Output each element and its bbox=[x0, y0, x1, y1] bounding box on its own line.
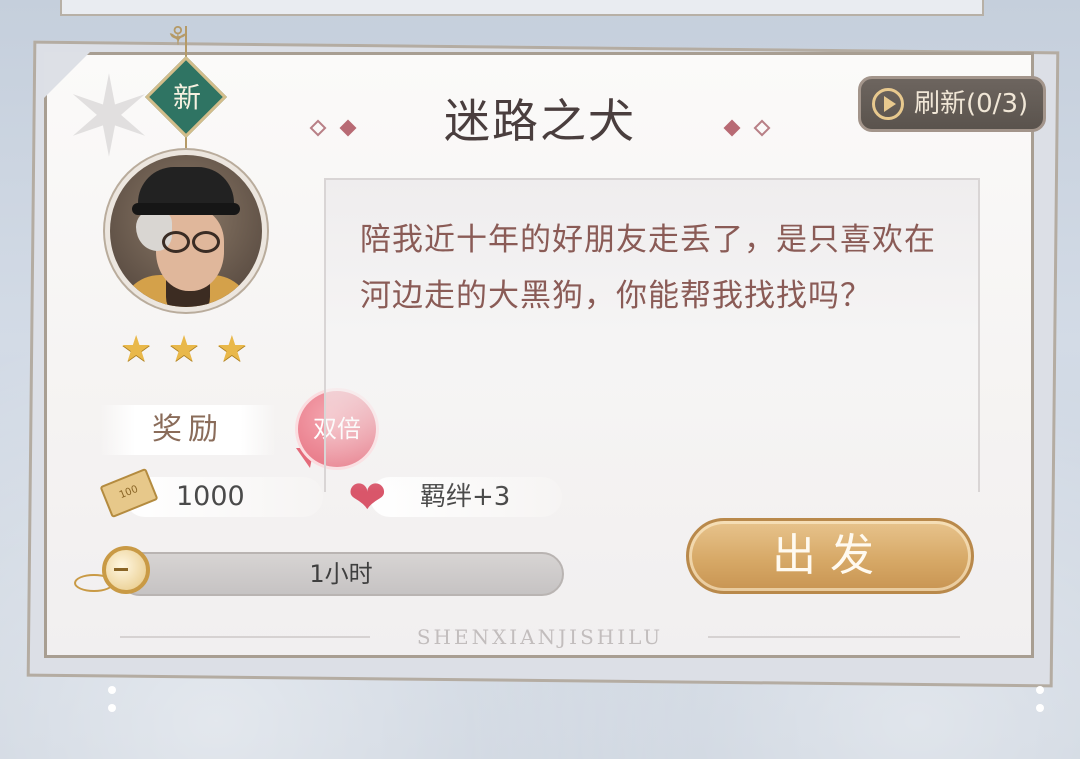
footer-line-right bbox=[708, 636, 960, 638]
avatar-cap-brim bbox=[132, 203, 240, 215]
footer-watermark: SHENXIANJISHILU bbox=[416, 625, 664, 649]
sparkle-dot bbox=[108, 686, 116, 694]
star-icon: ★ bbox=[215, 329, 248, 370]
avatar-glasses-right bbox=[192, 231, 220, 253]
reward-label: 奖励 bbox=[100, 405, 276, 455]
play-triangle bbox=[884, 96, 896, 112]
stacked-card-top bbox=[60, 0, 984, 16]
refresh-button-label: 刷新(0/3) bbox=[914, 89, 1029, 119]
watch-hand bbox=[114, 568, 128, 571]
new-badge-label: 新 bbox=[172, 81, 201, 114]
star-icon: ★ bbox=[120, 329, 153, 370]
money-reward-value: 1000 bbox=[176, 481, 245, 512]
depart-button-label: 出发 bbox=[772, 530, 888, 581]
bow-knot-icon: ⚘ bbox=[166, 22, 190, 52]
sparkle-dot bbox=[108, 704, 116, 712]
avatar-glasses-left bbox=[162, 231, 190, 253]
star-icon: ★ bbox=[167, 329, 201, 370]
duration-label: 1小时 bbox=[309, 560, 373, 588]
quest-description: 陪我近十年的好朋友走丢了，是只喜欢在河边走的大黑狗，你能帮我找找吗？ bbox=[360, 222, 936, 314]
sparkle-dot bbox=[1036, 686, 1044, 694]
star-rating: ★ ★ ★ bbox=[120, 330, 248, 370]
footer-line-left bbox=[120, 636, 370, 638]
sparkle-dot bbox=[1036, 704, 1044, 712]
quest-title: 迷路之犬 bbox=[444, 94, 636, 148]
npc-avatar[interactable] bbox=[105, 150, 267, 312]
